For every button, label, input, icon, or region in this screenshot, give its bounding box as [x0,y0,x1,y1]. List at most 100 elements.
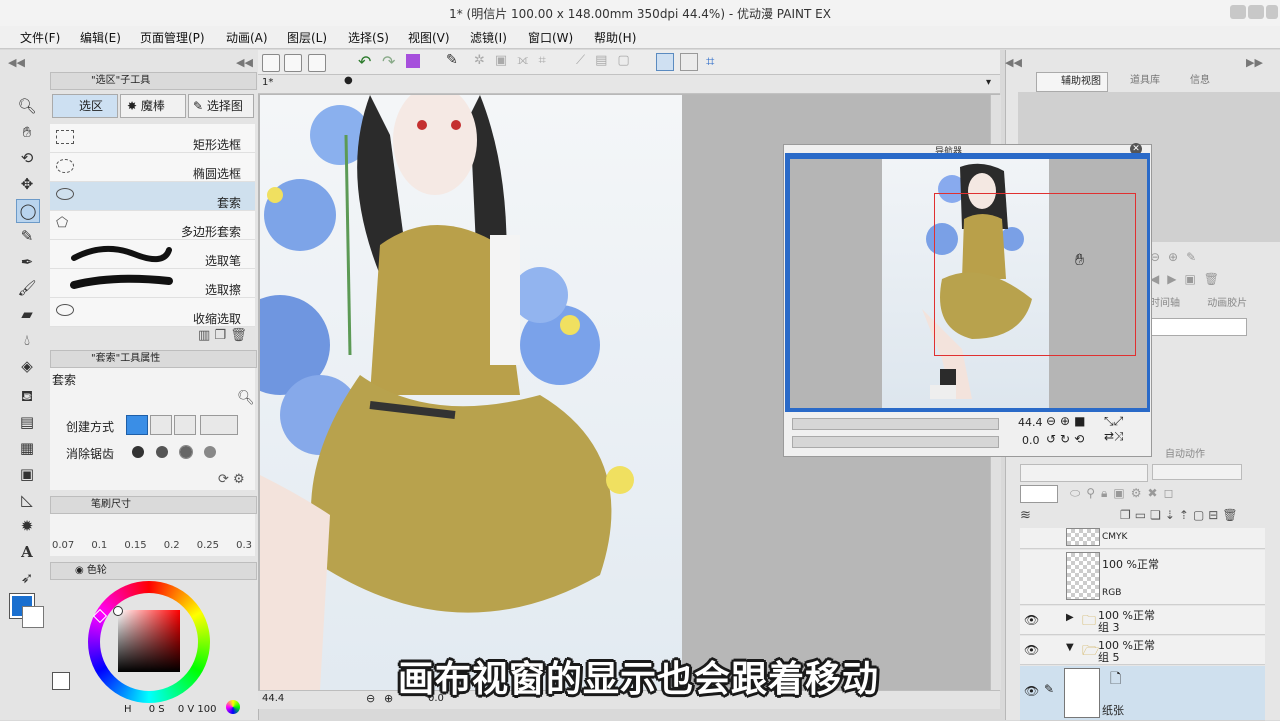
blend-icon[interactable]: 💧︎ [16,329,38,351]
subtool-polygon-lasso[interactable]: ⬠ 多边形套索 [50,211,255,240]
rotate-icon[interactable]: ⟲ [16,147,38,169]
navigator-fit-icons[interactable]: ⤡⤢ ⇄⤨ [1104,414,1144,444]
subtool-select-eraser[interactable]: 选取擦 [50,269,255,298]
snap-grid-icon[interactable]: ⌗ [706,52,714,70]
subtool-lasso[interactable]: 套索 [50,182,255,211]
snap-special-ruler-button[interactable] [680,53,698,71]
layer-row[interactable]: CMYK [1020,528,1265,549]
move-icon[interactable]: ✥ [16,173,38,195]
new-icon[interactable] [262,54,280,72]
tab-sub-view[interactable]: 辅助视图 [1036,72,1108,92]
create-mode-dropdown[interactable] [200,415,238,435]
subtool-rect-marquee[interactable]: 矩形选框 [50,124,255,153]
panel-collapse-icon[interactable]: ◀◀ [8,56,25,69]
menu-help[interactable]: 帮助(H) [594,29,636,46]
canvas-paper[interactable] [260,95,682,690]
eye-icon[interactable]: 👁︎ [1024,643,1039,657]
menu-filter[interactable]: 滤镜(I) [470,29,507,46]
layer-action-icons[interactable]: ❐▭❏⇣⇡▢⊟🗑︎ [1120,508,1242,522]
canvas-tab[interactable]: 1* [262,77,273,88]
subtool-shrink-select[interactable]: 收缩选取 [50,298,255,327]
brush-size-values[interactable]: 0.07 0.1 0.15 0.2 0.25 0.3 [52,540,252,551]
sub-view-tools[interactable]: ⊖⊕✎ [1150,250,1204,264]
antialias-options[interactable] [126,442,236,462]
create-mode-add-button[interactable] [150,415,172,435]
create-mode-new-button[interactable] [126,415,148,435]
redo-icon[interactable]: ↷ [382,52,395,71]
timeline-dropdown[interactable] [1150,318,1247,336]
saturation-value-box[interactable] [118,610,180,672]
menu-select[interactable]: 选择(S) [348,29,389,46]
undo-icon[interactable]: ↶ [358,52,371,71]
collapse-arrow-icon[interactable]: ▼ [1066,642,1074,653]
current-color-swatch[interactable] [52,672,70,690]
navigator-angle-value[interactable]: 0.0 [1022,434,1040,447]
auto-action-tab[interactable]: 自动动作 [1165,445,1205,460]
pen-icon[interactable]: ✒ [16,251,38,273]
timeline-tabs[interactable]: 时间轴 动画胶片 [1150,294,1280,310]
burst-icon[interactable]: ✹ [16,515,38,537]
panel-expand-icon[interactable]: ◀◀ [236,56,253,69]
layer-row-selected[interactable]: 👁︎ ✎ 🗋︎ 纸张 [1020,666,1265,721]
fill-color-button[interactable] [406,54,420,68]
pattern-icon[interactable]: ▦ [16,437,38,459]
tab-magic-wand[interactable]: ✸ 魔棒 [120,94,186,118]
selection-edit-icons[interactable]: ⟋▤▢ [576,53,640,68]
menu-animation[interactable]: 动画(A) [226,29,268,46]
layer-row[interactable]: 100 %正常 RGB [1020,550,1265,605]
eyedropper-icon[interactable]: ✎ [16,225,38,247]
menu-view[interactable]: 视图(V) [408,29,450,46]
zoom-out-icon[interactable]: ⊖ [366,692,375,705]
subtool-ellipse-marquee[interactable]: 椭圆选框 [50,153,255,182]
layer-mode-dropdown[interactable] [1020,464,1148,482]
frame-icon[interactable]: ▣ [16,463,38,485]
expand-arrow-icon[interactable]: ▶ [1066,612,1074,623]
eye-icon[interactable]: 👁︎ [1024,684,1039,698]
pen-settings-icon[interactable]: ✎ [446,52,458,68]
subtool-panel-actions[interactable]: ▥ ❐ 🗑︎ [198,328,247,343]
paint-bucket-icon[interactable]: ⛾ [16,385,38,407]
layer-opacity-slider[interactable] [1152,464,1242,480]
color-mode-icon[interactable] [226,700,240,714]
hand-icon[interactable]: ✋︎ [16,121,38,143]
fill-icon[interactable]: ◈ [16,355,38,377]
tab-select-draw[interactable]: ✎ 选择图 [188,94,254,118]
snap-ruler-button[interactable] [656,53,674,71]
open-icon[interactable] [284,54,302,72]
canvas-tab-close-icon[interactable]: ● [344,75,353,86]
navigator-view-rectangle[interactable] [934,193,1136,356]
reset-settings-icon[interactable]: ⟳ ⚙ [218,472,245,487]
tab-selection[interactable]: 选区 [52,94,118,118]
right-panel-expand-icon[interactable]: ▶▶ [1246,56,1263,69]
minimize-button[interactable] [1230,5,1246,19]
layer-row[interactable]: 👁︎ ▼ 🗁︎ 100 %正常 组 5 [1020,636,1265,665]
tab-info[interactable]: 信息 [1170,72,1220,90]
eraser-icon[interactable]: ▰ [16,303,38,325]
tab-material[interactable]: 道具库 [1110,72,1166,90]
create-mode-subtract-button[interactable] [174,415,196,435]
navigator-rotate-slider[interactable] [792,436,999,448]
save-icon[interactable] [308,54,326,72]
object-select-icon[interactable]: ➶ [16,567,38,589]
sub-color-swatch[interactable] [22,606,44,628]
brush-icon[interactable]: 🖌︎ [16,277,38,299]
navigator-zoom-icons[interactable]: ⊖⊕■ [1046,414,1089,428]
tool-settings-icon[interactable]: 🔍︎ [237,390,255,406]
layer-color-dropdown[interactable] [1020,485,1058,503]
layer-property-icons[interactable]: ⬭⚲🔒︎▣⚙✖◻ [1070,486,1180,501]
menu-layer[interactable]: 图层(L) [287,29,327,46]
subtool-select-pen[interactable]: 选取笔 [50,240,255,269]
zoom-in-icon[interactable]: ⊕ [384,692,393,705]
menu-edit[interactable]: 编辑(E) [80,29,121,46]
transform-icons[interactable]: ✲▣⟗⌗ [474,53,556,68]
navigator-zoom-value[interactable]: 44.4 [1018,416,1043,429]
eye-icon[interactable]: 👁︎ [1024,613,1039,627]
navigator-rotate-icons[interactable]: ↺↻⟲ [1046,432,1088,446]
sub-view-nav-icons[interactable]: ◀▶▣🗑︎ [1150,272,1227,286]
close-button[interactable] [1266,5,1278,19]
ruler-icon[interactable]: ◺ [16,489,38,511]
maximize-button[interactable] [1248,5,1264,19]
right-panel-collapse-icon[interactable]: ◀◀ [1005,56,1022,69]
gradient-icon[interactable]: ▤ [16,411,38,433]
tab-menu-icon[interactable]: ▾ [986,77,991,88]
